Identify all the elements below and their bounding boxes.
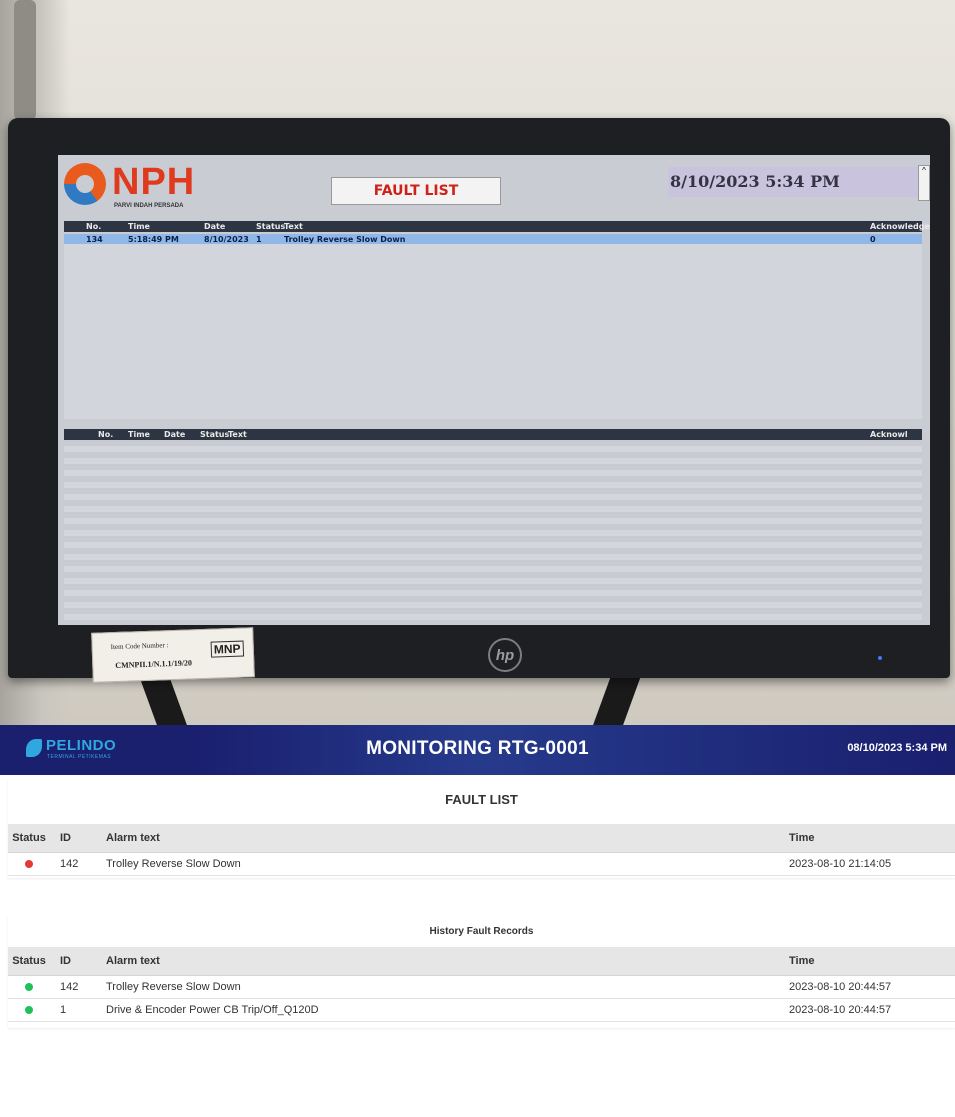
hmi-hist-col-status: Status	[200, 430, 230, 439]
hmi-history-table-header: No. Time Date Status Text Acknowl	[64, 429, 922, 440]
table-header-row: Status ID Alarm text Time	[8, 947, 955, 976]
history-title: History Fault Records	[429, 926, 534, 937]
hmi-hist-col-ack: Acknowl	[870, 430, 908, 439]
time-cell: 2023-08-10 20:44:57	[779, 975, 955, 999]
alarm-text-cell: Trolley Reverse Slow Down	[96, 975, 779, 999]
col-id: ID	[50, 824, 96, 853]
id-cell: 142	[50, 975, 96, 999]
nph-logo: NPH PARVI INDAH PERSADA	[64, 161, 214, 211]
nph-logo-text: NPH	[112, 161, 196, 203]
time-cell: 2023-08-10 21:14:05	[779, 852, 955, 876]
table-header-row: Status ID Alarm text Time	[8, 824, 955, 853]
alarm-text-cell: Trolley Reverse Slow Down	[96, 852, 779, 876]
header-bar: PELINDO TERMINAL PETIKEMAS MONITORING RT…	[0, 725, 955, 775]
sticker-label: Item Code Number :	[110, 641, 169, 652]
status-cleared-dot-icon	[25, 1006, 33, 1015]
page-title: MONITORING RTG-0001	[366, 738, 589, 759]
col-alarm-text: Alarm text	[96, 947, 779, 976]
hmi-col-time: Time	[128, 222, 150, 231]
history-card: History Fault Records Status ID Alarm te…	[8, 916, 955, 1028]
hmi-hist-col-no: No.	[98, 430, 114, 439]
hmi-col-text: Text	[284, 222, 303, 231]
hmi-hist-col-text: Text	[228, 430, 247, 439]
hmi-scroll-up-icon[interactable]: ^	[918, 165, 930, 201]
sticker-brand: MNP	[210, 640, 244, 658]
status-active-dot-icon	[25, 860, 33, 869]
hmi-title: FAULT LIST	[331, 177, 501, 205]
hmi-col-date: Date	[204, 222, 226, 231]
time-cell: 2023-08-10 20:44:57	[779, 998, 955, 1022]
col-time: Time	[779, 947, 955, 976]
header-datetime: 08/10/2023 5:34 PM	[847, 742, 947, 754]
fault-list-card: FAULT LIST Status ID Alarm text Time 142…	[8, 778, 955, 878]
hmi-col-ack: Acknowledge	[870, 222, 930, 231]
hmi-history-table-body	[64, 440, 922, 622]
nph-logo-subtitle: PARVI INDAH PERSADA	[114, 203, 184, 209]
col-alarm-text: Alarm text	[96, 824, 779, 853]
table-row[interactable]: 1 Drive & Encoder Power CB Trip/Off_Q120…	[8, 998, 955, 1022]
hmi-hist-col-time: Time	[128, 430, 150, 439]
fault-list-title: FAULT LIST	[445, 792, 518, 807]
col-id: ID	[50, 947, 96, 976]
hmi-alarm-table-header: No. Time Date Status Text Acknowledge	[64, 221, 930, 232]
hmi-datetime: 8/10/2023 5:34 PM	[668, 167, 920, 197]
fault-list-table: Status ID Alarm text Time 142 Trolley Re…	[8, 824, 955, 876]
id-cell: 1	[50, 998, 96, 1022]
hmi-col-status: Status	[256, 222, 286, 231]
hmi-hist-col-date: Date	[164, 430, 186, 439]
nph-swirl-icon	[64, 163, 106, 205]
sticker-code: CMNPII.1/N.1.1/19/20	[115, 658, 193, 671]
status-cell	[8, 852, 50, 876]
hmi-col-no: No.	[86, 222, 102, 231]
status-cleared-dot-icon	[25, 983, 33, 992]
photo-of-hmi-monitor: hp NPH PARVI INDAH PERSADA FAULT LIST 8/…	[0, 0, 955, 725]
history-table: Status ID Alarm text Time 142 Trolley Re…	[8, 947, 955, 1022]
col-status: Status	[8, 824, 50, 853]
status-cell	[8, 998, 50, 1022]
monitor-stand	[139, 676, 641, 725]
table-row[interactable]: 142 Trolley Reverse Slow Down 2023-08-10…	[8, 975, 955, 999]
status-cell	[8, 975, 50, 999]
power-led-icon	[878, 656, 882, 660]
col-status: Status	[8, 947, 50, 976]
asset-sticker: Item Code Number : CMNPII.1/N.1.1/19/20 …	[91, 627, 255, 683]
hmi-alarm-table-body	[64, 244, 922, 419]
col-time: Time	[779, 824, 955, 853]
id-cell: 142	[50, 852, 96, 876]
cable	[14, 0, 36, 120]
alarm-text-cell: Drive & Encoder Power CB Trip/Off_Q120D	[96, 998, 779, 1022]
hmi-screen: NPH PARVI INDAH PERSADA FAULT LIST 8/10/…	[58, 155, 930, 625]
hmi-selected-alarm-row[interactable]: 134 5:18:49 PM 8/10/2023 1 Trolley Rever…	[64, 234, 922, 244]
hp-logo-icon: hp	[488, 638, 522, 672]
table-row[interactable]: 142 Trolley Reverse Slow Down 2023-08-10…	[8, 852, 955, 876]
